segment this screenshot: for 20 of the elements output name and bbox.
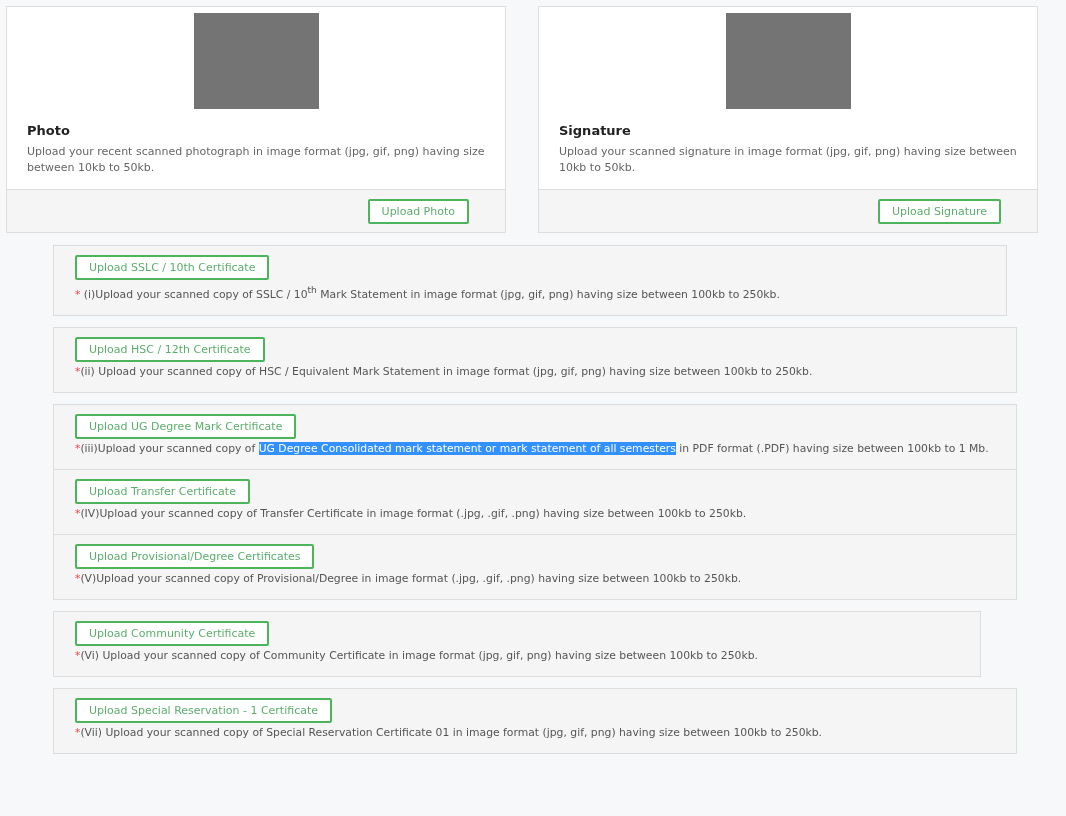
upload-note: * (i)Upload your scanned copy of SSLC / 10$^{th}$ Mark Statement in image format (jpg, gif, png) having size between 100kb to 250kb. [75, 284, 781, 303]
upload-note: *(Vii) Upload your scanned copy of Special Reservation Certificate 01 in image format (jpg, gif, png) having size between 100kb to 250kb. [75, 724, 824, 741]
upload-note: *(Vi) Upload your scanned copy of Community Certificate in image format (jpg, gif, png) having size between 100kb to 250kb. [75, 647, 759, 664]
upload-button[interactable]: Upload Community Certificate [75, 620, 270, 646]
upload-button[interactable]: Upload SSLC / 10th Certificate [75, 255, 270, 280]
card-title: Signature [559, 123, 632, 138]
upload-note: *(V)Upload your scanned copy of Provisional/Degree in image format (.jpg, .gif, .png) having size between 100kb to 250kb. [75, 570, 743, 587]
upload-note: *(iii)Upload your scanned copy of UG Degree Consolidated mark statement or mark statement of all semesters in PDF format (.PDF) having size between 100kb to 1 Mb. [75, 440, 990, 457]
upload-note: *(ii) Upload your scanned copy of HSC / Equivalent Mark Statement in image format (jpg, gif, png) having size between 100kb to 250kb. [75, 363, 814, 380]
upload-button[interactable]: Upload UG Degree Mark Certificate [75, 413, 297, 439]
upload-button[interactable]: Upload Special Reservation - 1 Certificate [75, 697, 333, 723]
upload-button[interactable]: Upload Provisional/Degree Certificates [75, 543, 315, 569]
upload-button[interactable]: Upload Signature [877, 198, 1001, 224]
upload-button[interactable]: Upload Transfer Certificate [75, 478, 250, 504]
upload-note: *(IV)Upload your scanned copy of Transfer Certificate in image format (.jpg, .gif, .png) having size between 100kb to 250kb. [75, 505, 748, 522]
card-description: Upload your recent scanned photograph in image format (jpg, gif, png) having size between 10kb to 50kb. [27, 144, 485, 176]
card-description: Upload your scanned signature in image format (jpg, gif, png) having size between 10kb to 50kb. [559, 144, 1017, 176]
upload-button[interactable]: Upload Photo [367, 198, 469, 224]
upload-button[interactable]: Upload HSC / 12th Certificate [75, 336, 265, 362]
card-title: Photo [27, 123, 71, 138]
